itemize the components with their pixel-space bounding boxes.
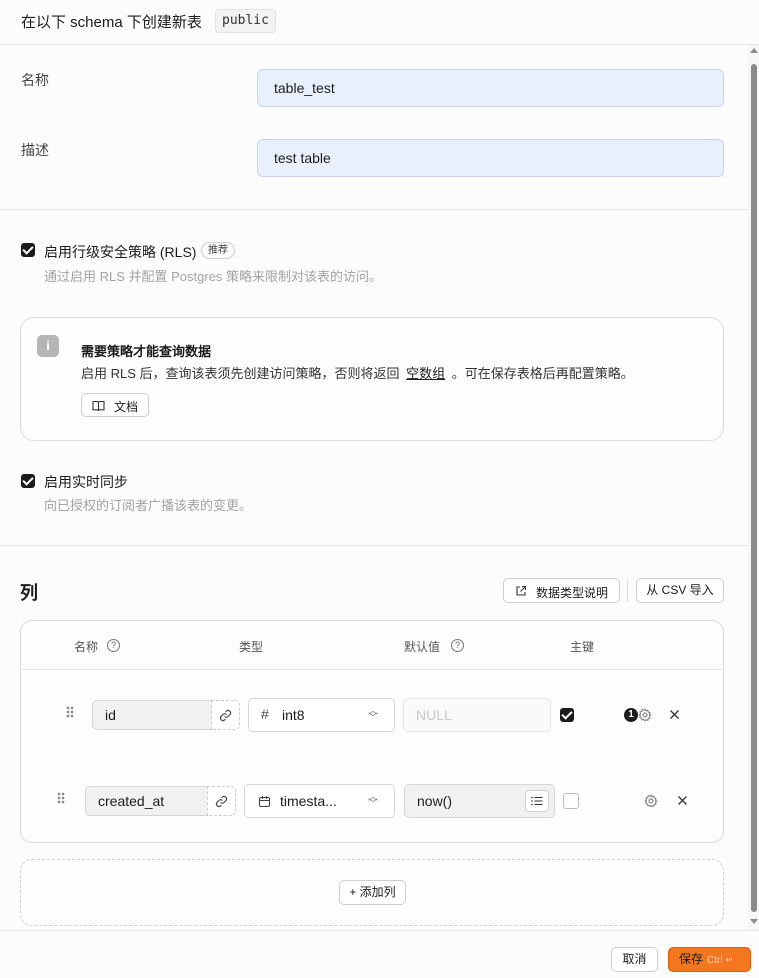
help-icon[interactable]: ? <box>107 639 120 652</box>
default-value-placeholder: NULL <box>416 707 452 723</box>
close-icon[interactable] <box>677 795 688 806</box>
column-name-input[interactable]: id <box>92 700 212 730</box>
name-label: 名称 <box>21 72 49 88</box>
column-header-name: 名称 <box>74 640 99 654</box>
book-icon <box>92 400 105 412</box>
rls-label: 启用行级安全策略 (RLS) <box>44 244 197 260</box>
chevron-up-down-icon: ︿ ﹀ <box>368 792 378 810</box>
info-text-after: 。可在保存表格后再配置策略。 <box>451 366 634 381</box>
gear-icon[interactable] <box>644 794 658 808</box>
external-link-icon <box>516 585 527 596</box>
column-header-primary: 主键 <box>570 640 595 654</box>
recommended-badge: 推荐 <box>201 242 235 259</box>
list-icon <box>531 796 543 806</box>
gear-icon[interactable] <box>638 708 652 722</box>
link-icon <box>215 795 228 808</box>
column-name-input[interactable]: created_at <box>85 786 208 816</box>
schema-name: public <box>215 9 276 33</box>
cancel-button[interactable]: 取消 <box>611 947 658 972</box>
default-value-input[interactable]: now() <box>404 784 555 818</box>
empty-array-link[interactable]: 空数组 <box>406 366 445 381</box>
divider <box>0 209 748 210</box>
primary-key-count-badge: 1 <box>624 708 638 722</box>
save-button-label: 保存 <box>679 952 704 966</box>
rls-checkbox[interactable] <box>21 243 35 257</box>
datatype-docs-button[interactable]: 数据类型说明 <box>503 578 620 603</box>
column-header-default: 默认值 <box>404 640 441 654</box>
import-csv-button[interactable]: 从 CSV 导入 <box>636 578 724 603</box>
info-card-title: 需要策略才能查询数据 <box>81 344 212 359</box>
table-description-input[interactable]: test table <box>257 139 724 177</box>
save-button[interactable]: 保存 Ctrl ↵ <box>668 947 751 972</box>
save-shortcut-hint: Ctrl ↵ <box>707 955 734 966</box>
columns-section-title: 列 <box>20 583 38 603</box>
realtime-checkbox[interactable] <box>21 474 35 488</box>
hash-icon: # <box>261 706 269 722</box>
table-name-input[interactable]: table_test <box>257 69 724 107</box>
column-type-select[interactable]: # int8 ︿ ﹀ <box>248 698 395 732</box>
default-value-menu-button[interactable] <box>525 790 549 812</box>
primary-key-checkbox[interactable] <box>560 708 574 722</box>
column-type-select[interactable]: timesta... ︿ ﹀ <box>244 784 395 818</box>
foreign-key-button[interactable] <box>211 700 240 730</box>
scrollbar-thumb[interactable] <box>751 64 757 912</box>
column-header-type: 类型 <box>239 640 264 654</box>
docs-button[interactable]: 文档 <box>81 393 149 417</box>
drag-handle-icon[interactable] <box>66 706 74 718</box>
info-text-before: 启用 RLS 后，查询该表须先创建访问策略，否则将返回 <box>81 366 400 381</box>
column-type-value: timesta... <box>280 793 337 809</box>
scroll-up-arrow-icon[interactable] <box>750 48 758 53</box>
description-label: 描述 <box>21 142 49 158</box>
close-icon[interactable] <box>669 709 680 720</box>
docs-button-label: 文档 <box>114 400 139 414</box>
info-card-text: 启用 RLS 后，查询该表须先创建访问策略，否则将返回 空数组 。可在保存表格后… <box>81 363 634 382</box>
realtime-description: 向已授权的订阅者广播该表的变更。 <box>44 498 253 513</box>
link-icon <box>219 709 232 722</box>
help-icon[interactable]: ? <box>451 639 464 652</box>
default-value-input[interactable]: NULL <box>403 698 551 732</box>
default-value-text: now() <box>417 793 453 809</box>
table-header-divider <box>21 669 723 670</box>
realtime-label: 启用实时同步 <box>44 474 128 490</box>
foreign-key-button[interactable] <box>207 786 236 816</box>
scroll-down-arrow-icon[interactable] <box>750 919 758 924</box>
primary-key-checkbox[interactable] <box>563 793 579 809</box>
page-title: 在以下 schema 下创建新表 <box>21 14 202 31</box>
add-column-button[interactable]: + 添加列 <box>339 880 406 905</box>
button-separator <box>627 580 628 602</box>
divider <box>0 545 748 546</box>
column-type-value: int8 <box>282 707 305 723</box>
calendar-icon <box>258 796 271 808</box>
drag-handle-icon[interactable] <box>57 792 65 804</box>
datatype-docs-label: 数据类型说明 <box>536 586 609 600</box>
chevron-up-down-icon: ︿ ﹀ <box>368 706 378 724</box>
info-icon: i <box>37 335 59 357</box>
rls-description: 通过启用 RLS 并配置 Postgres 策略来限制对该表的访问。 <box>44 269 383 284</box>
